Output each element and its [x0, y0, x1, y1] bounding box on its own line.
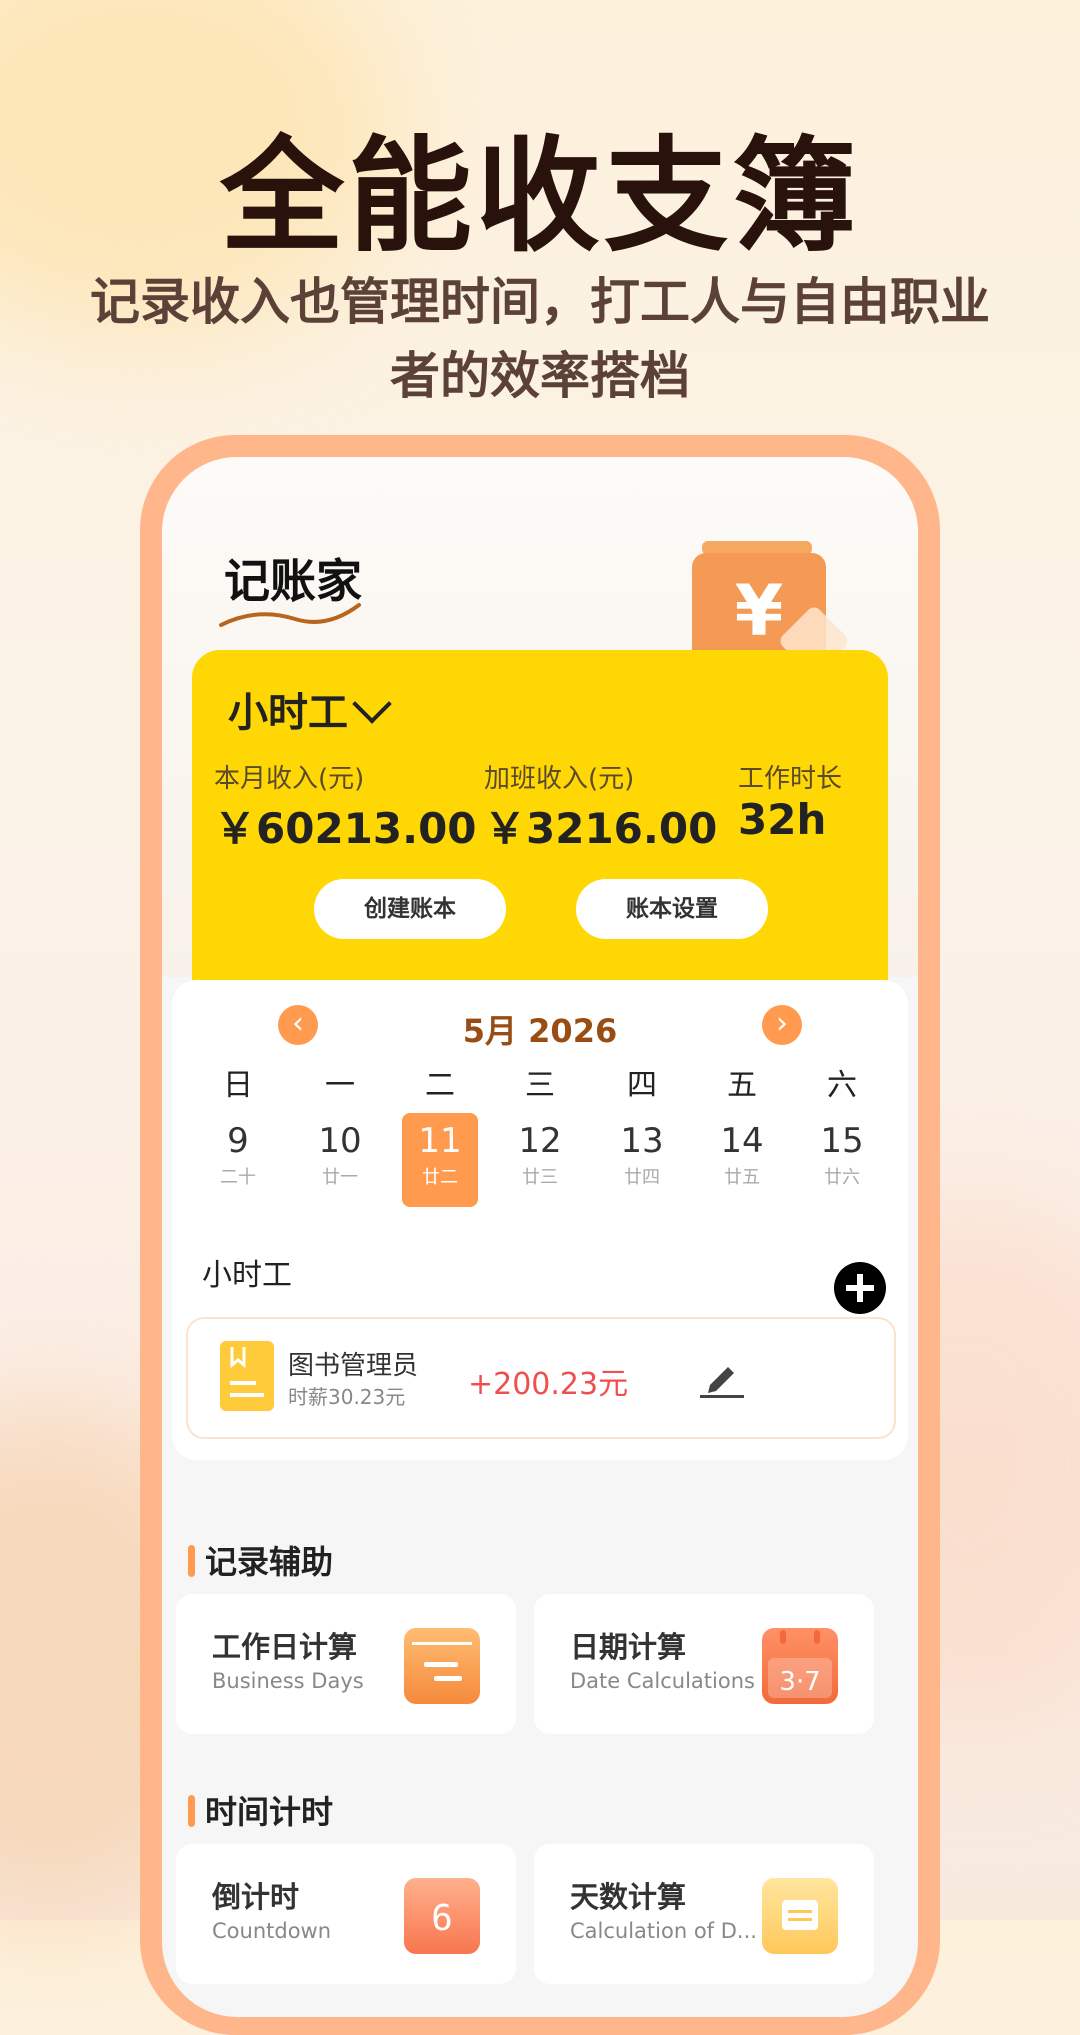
calendar-day[interactable]: 13 廿四 [604, 1113, 680, 1207]
phone-screen: 记账家 ¥ 小时工 本月收入(元) ￥60213.00 加班收入(元) ￥321… [162, 457, 918, 2017]
timer-section-title: 时间计时 [188, 1787, 333, 1833]
weekday-label: 一 [325, 1068, 355, 1103]
book-summary-card: 小时工 本月收入(元) ￥60213.00 加班收入(元) ￥3216.00 工… [192, 650, 888, 990]
tool-subtitle: Calculation of D... [570, 1919, 757, 1943]
tool-subtitle: Business Days [212, 1669, 364, 1693]
calendar-lines-icon [404, 1628, 480, 1704]
stat-label-work-hours: 工作时长 [738, 764, 843, 794]
records-section-title: 小时工 [202, 1258, 292, 1293]
bookmark-book-icon [220, 1341, 274, 1411]
record-item[interactable]: 图书管理员 时薪30.23元 +200.23元 [186, 1317, 896, 1439]
weekday-label: 二 [425, 1068, 455, 1103]
promo-headline: 全能收支簿 [219, 125, 860, 269]
calendar-day[interactable]: 14 廿五 [704, 1113, 780, 1207]
record-job-name: 图书管理员 [288, 1351, 419, 1381]
svg-text:3·7: 3·7 [779, 1667, 820, 1697]
logo-swoosh-icon [219, 603, 361, 627]
stat-value-overtime-income: ￥3216.00 [484, 804, 718, 853]
svg-text:¥: ¥ [735, 570, 784, 652]
weekday-label: 六 [827, 1068, 857, 1103]
book-settings-button[interactable]: 账本设置 [576, 879, 768, 939]
phone-frame: 记账家 ¥ 小时工 本月收入(元) ￥60213.00 加班收入(元) ￥321… [140, 435, 940, 2035]
tool-countdown[interactable]: 倒计时 Countdown 6 [176, 1844, 516, 1984]
add-record-button[interactable] [834, 1262, 886, 1314]
chevron-down-icon[interactable] [352, 684, 392, 724]
calendar-day[interactable]: 15 廿六 [804, 1113, 880, 1207]
calendar-37-icon: 3·7 [762, 1628, 838, 1704]
assist-section-title: 记录辅助 [188, 1537, 333, 1583]
next-month-button[interactable]: › [762, 1005, 802, 1045]
stat-label-overtime-income: 加班收入(元) [484, 764, 635, 794]
promo-subline: 记录收入也管理时间，打工人与自由职业者的效率搭档 [90, 273, 990, 405]
edit-pencil-icon[interactable] [698, 1355, 746, 1399]
calendar-grid-icon [762, 1878, 838, 1954]
weekday-label: 日 [223, 1068, 253, 1103]
record-hourly-rate: 时薪30.23元 [288, 1385, 406, 1409]
record-amount: +200.23元 [468, 1367, 629, 1402]
stat-value-month-income: ￥60213.00 [214, 804, 477, 853]
create-book-button[interactable]: 创建账本 [314, 879, 506, 939]
weekday-label: 五 [727, 1068, 757, 1103]
tool-subtitle: Date Calculations [570, 1669, 755, 1693]
tool-day-count[interactable]: 天数计算 Calculation of D... [534, 1844, 874, 1984]
tool-business-days[interactable]: 工作日计算 Business Days [176, 1594, 516, 1734]
calendar-day-selected[interactable]: 11 廿二 [402, 1113, 478, 1207]
tool-date-calculations[interactable]: 日期计算 Date Calculations 3·7 [534, 1594, 874, 1734]
stat-value-work-hours: 32h [738, 795, 827, 844]
calendar-day[interactable]: 10 廿一 [302, 1113, 378, 1207]
tool-title: 日期计算 [570, 1630, 687, 1664]
calendar-day[interactable]: 12 廿三 [502, 1113, 578, 1207]
tool-subtitle: Countdown [212, 1919, 332, 1943]
tool-title: 倒计时 [212, 1880, 300, 1914]
tool-title: 工作日计算 [212, 1630, 358, 1664]
tool-title: 天数计算 [570, 1880, 687, 1914]
svg-text:6: 6 [431, 1898, 453, 1939]
calendar-day[interactable]: 9 二十 [200, 1113, 276, 1207]
calendar-card: ‹ 5月 2026 › 日 一 二 三 四 五 六 9 二十 10 廿一 11 廿二 … [172, 980, 908, 1460]
weekday-label: 三 [525, 1068, 555, 1103]
stat-label-month-income: 本月收入(元) [214, 764, 365, 794]
countdown-6-icon: 6 [404, 1878, 480, 1954]
book-title[interactable]: 小时工 [228, 680, 348, 738]
weekday-label: 四 [627, 1068, 657, 1103]
